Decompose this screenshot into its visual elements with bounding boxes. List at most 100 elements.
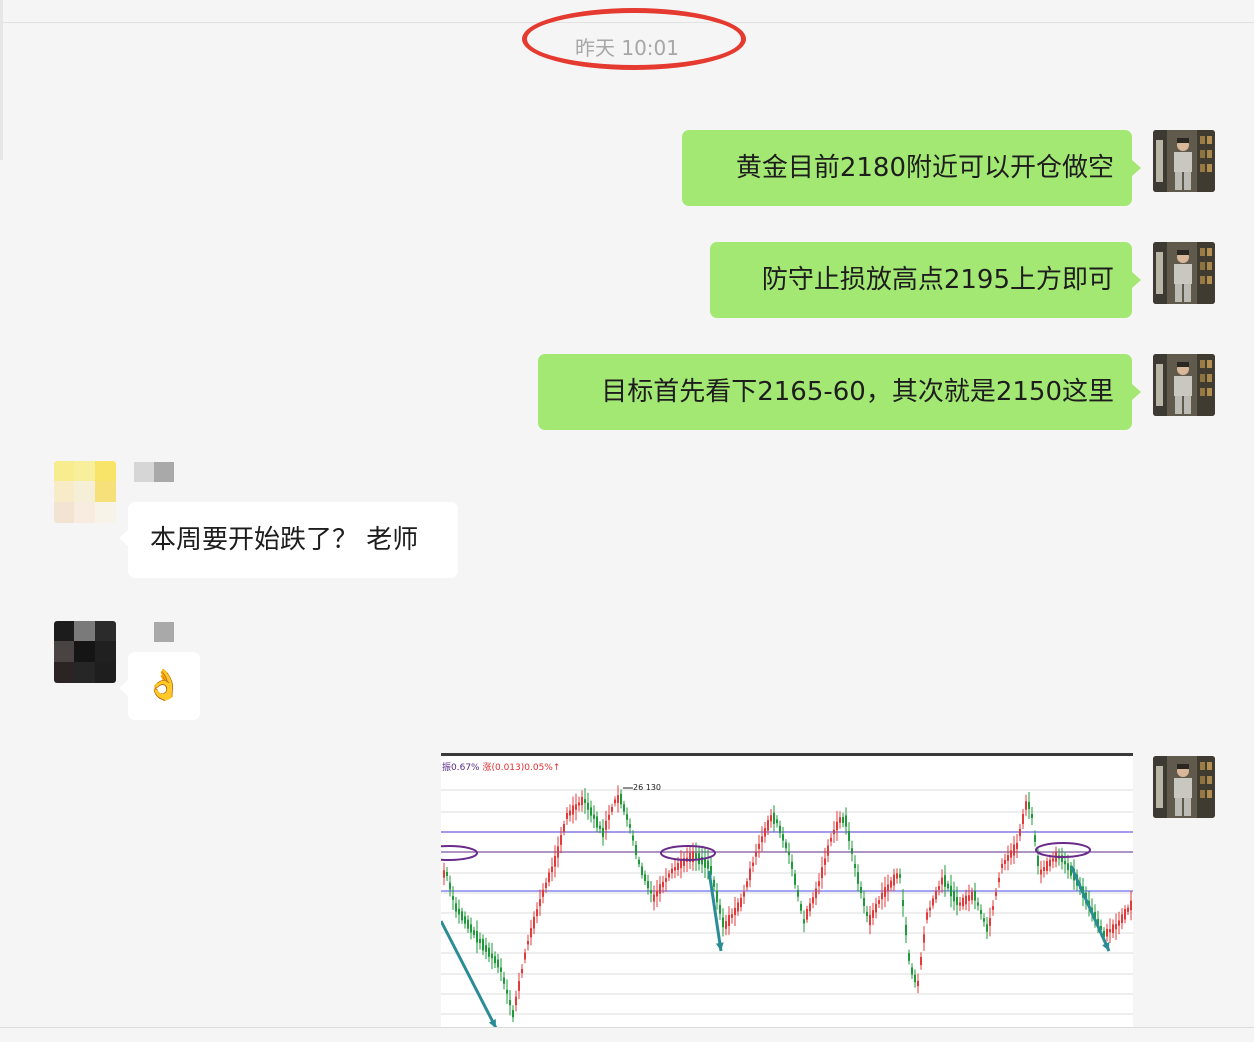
candle-body [947,883,949,889]
candle-body [743,891,745,897]
candle-body [485,945,487,952]
my-message-bubble[interactable]: 黄金目前2180附近可以开仓做空 [682,130,1141,206]
candle-body [929,907,931,911]
person-avatar-icon [1153,130,1215,192]
candle-body [662,881,664,888]
candle-body [956,896,958,906]
candle-body [512,1010,514,1018]
highlight-ellipse [441,845,478,861]
candle-body [836,821,838,831]
candle-body [521,968,523,974]
candle-body [755,852,757,857]
candle-body [860,886,862,894]
candle-body [731,914,733,918]
candle-body [992,906,994,910]
candle-body [851,848,853,854]
candle-body [905,924,907,936]
candle-body [545,882,547,889]
my-message-bubble[interactable]: 防守止损放高点2195上方即可 [710,242,1141,318]
candle-body [890,880,892,888]
contact-emoji-bubble[interactable]: 👌 [119,652,200,720]
chart-amplitude-label: 振0.67% [442,763,480,773]
candle-body [566,813,568,819]
candle-body [725,921,727,929]
candle-body [995,892,997,896]
candle-body [560,835,562,845]
my-avatar[interactable] [1153,756,1215,818]
candle-body [542,889,544,897]
candle-body [581,796,583,806]
candle-body [650,890,652,894]
candle-body [467,919,469,929]
candle-body [716,890,718,903]
candle-body [959,902,961,906]
candle-body [923,934,925,943]
candle-body [983,918,985,922]
candle-body [941,877,943,885]
my-message-bubble[interactable]: 目标首先看下2165-60，其次就是2150这里 [538,354,1141,430]
candle-body [614,799,616,804]
candle-body [1025,801,1027,810]
person-avatar-icon [1153,242,1215,304]
candle-body [548,872,550,883]
contact-avatar-pixelated[interactable] [54,461,116,523]
candle-body [908,953,910,961]
candle-body [1109,929,1111,933]
candle-body [728,915,730,926]
candlestick-chart-image[interactable]: 振0.67% 涨(0.013)0.05%↑ 26 130 [441,753,1133,1027]
candle-body [497,959,499,968]
candle-body [680,860,682,869]
candle-body [539,899,541,907]
candle-body [653,894,655,902]
candle-body [476,931,478,943]
candle-body [578,802,580,806]
my-avatar[interactable] [1153,354,1215,416]
candle-body [974,891,976,901]
candle-body [1013,844,1015,856]
candle-body [515,996,517,1006]
candle-body [746,881,748,888]
candle-body [677,863,679,870]
candle-body [1010,850,1012,858]
candle-body [950,885,952,897]
candle-body [914,974,916,983]
candle-body [827,845,829,856]
candle-body [776,819,778,824]
bottom-divider [0,1027,1254,1028]
candle-body [1016,842,1018,850]
candle-body [797,890,799,897]
candle-body [611,807,613,812]
person-avatar-icon [1153,354,1215,416]
person-avatar-icon [1153,756,1215,818]
candle-body [458,908,460,915]
candle-body [821,867,823,879]
candle-body [488,947,490,957]
candle-body [761,836,763,843]
candle-body [530,928,532,938]
candle-body [977,902,979,906]
candle-body [668,873,670,878]
candle-body [482,938,484,951]
candle-body [527,940,529,945]
candle-body [635,844,637,856]
candle-body [1052,858,1054,862]
candle-body [845,815,847,827]
my-avatar[interactable] [1153,242,1215,304]
candle-body [740,897,742,908]
candle-body [791,861,793,869]
candle-body [779,825,781,834]
candle-body [785,842,787,849]
candle-body [788,851,790,856]
candle-body [455,903,457,912]
contact-avatar-pixelated[interactable] [54,621,116,683]
candle-body [605,820,607,830]
candle-body [659,884,661,894]
candle-body [944,875,946,887]
candle-body [1121,914,1123,923]
candle-body [863,897,865,907]
candle-body [878,900,880,904]
my-avatar[interactable] [1153,130,1215,192]
candle-body [494,956,496,964]
contact-message-bubble[interactable]: 本周要开始跌了？ 老师 [119,502,458,578]
candle-body [830,837,832,842]
